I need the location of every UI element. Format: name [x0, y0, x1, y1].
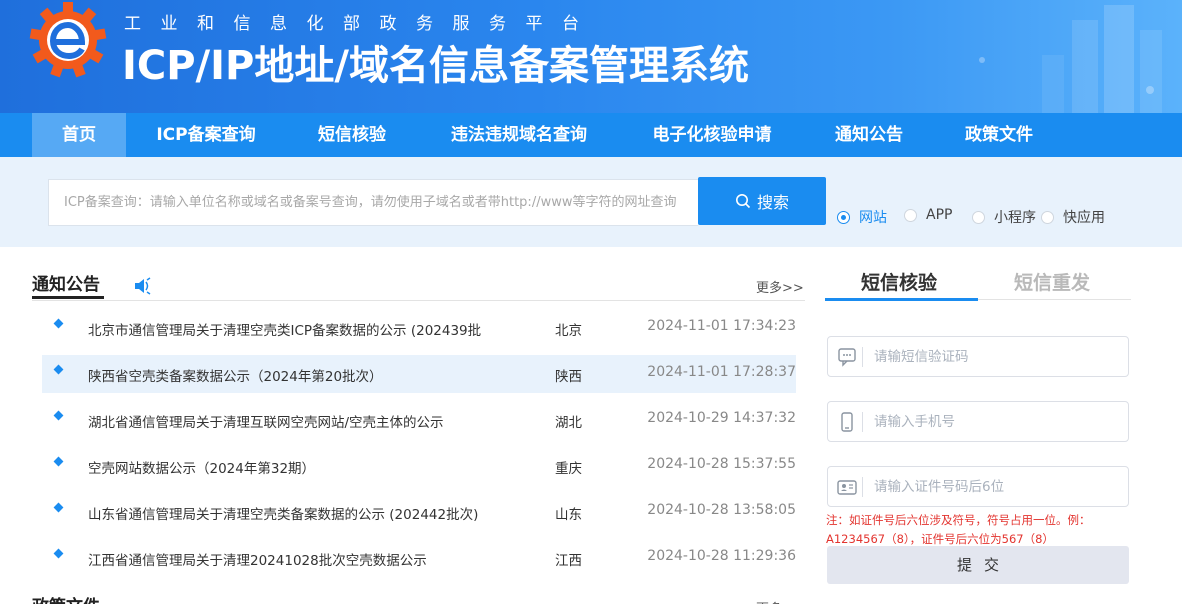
notices-heading-underline — [32, 296, 104, 299]
id-card-icon — [837, 480, 857, 495]
bullet-icon — [53, 502, 64, 513]
header-subtitle: 工业和信息化部政务服务平台 — [124, 14, 599, 34]
phone-input[interactable] — [874, 410, 1114, 434]
nav-item-e-verify[interactable]: 电子化核验申请 — [632, 113, 792, 157]
site-header: 工业和信息化部政务服务平台 ICP/IP地址/域名信息备案管理系统 — [0, 0, 1182, 113]
nav-item-icp-query[interactable]: ICP备案查询 — [138, 113, 274, 157]
speaker-icon — [135, 277, 151, 295]
radio-label: 小程序 — [994, 210, 1036, 226]
notice-row[interactable]: 陕西省空壳类备案数据公示（2024年第20批次） 陕西 2024-11-01 1… — [42, 355, 796, 393]
radio-dot — [837, 210, 850, 224]
notice-title[interactable]: 山东省通信管理局关于清理空壳类备案数据的公示 (202442批次) — [88, 503, 498, 523]
notice-date: 2024-10-29 14:37:32 — [647, 410, 796, 426]
notice-province: 北京 — [555, 323, 582, 339]
radio-dot — [972, 210, 985, 224]
field-separator — [862, 347, 863, 367]
id-number-input[interactable] — [874, 475, 1114, 499]
radio-app[interactable]: APP — [904, 207, 952, 223]
notices-divider — [32, 300, 805, 301]
nav-item-illegal-domain[interactable]: 违法违规域名查询 — [432, 113, 606, 157]
nav-item-notices[interactable]: 通知公告 — [818, 113, 920, 157]
radio-label: 网站 — [859, 210, 887, 226]
sms-code-input[interactable] — [874, 345, 1114, 369]
notice-date: 2024-11-01 17:28:37 — [647, 364, 796, 380]
phone-icon — [841, 412, 853, 432]
nav-item-home[interactable]: 首页 — [32, 113, 126, 157]
notice-title[interactable]: 湖北省通信管理局关于清理互联网空壳网站/空壳主体的公示 — [88, 411, 498, 431]
search-button[interactable]: 搜索 — [698, 177, 826, 225]
policy-more-link[interactable]: 更多 — [756, 598, 782, 604]
notice-province: 山东 — [555, 507, 582, 523]
notice-title[interactable]: 北京市通信管理局关于清理空壳类ICP备案数据的公示 (202439批 — [88, 319, 498, 339]
header-title: ICP/IP地址/域名信息备案管理系统 — [122, 43, 749, 89]
notices-heading: 通知公告 — [32, 275, 100, 295]
bullet-icon — [53, 318, 64, 329]
sms-code-field[interactable] — [827, 336, 1129, 377]
policy-heading: 政策文件 — [32, 592, 100, 604]
bullet-icon — [53, 410, 64, 421]
tab-sms-verify[interactable]: 短信核验 — [861, 268, 937, 295]
tab-sms-resend[interactable]: 短信重发 — [1014, 268, 1090, 295]
notice-date: 2024-10-28 15:37:55 — [647, 456, 796, 472]
radio-dot — [1041, 210, 1054, 224]
radio-quick-app[interactable]: 快应用 — [1041, 207, 1105, 227]
radio-website[interactable]: 网站 — [837, 207, 887, 227]
notice-date: 2024-10-28 13:58:05 — [647, 502, 796, 518]
search-button-label: 搜索 — [756, 193, 789, 212]
notice-row[interactable]: 湖北省通信管理局关于清理互联网空壳网站/空壳主体的公示 湖北 2024-10-2… — [42, 401, 796, 439]
city-skyline-decoration — [979, 5, 1162, 113]
notice-row[interactable]: 山东省通信管理局关于清理空壳类备案数据的公示 (202442批次) 山东 202… — [42, 493, 796, 531]
phone-field[interactable] — [827, 401, 1129, 442]
notice-title[interactable]: 陕西省空壳类备案数据公示（2024年第20批次） — [88, 365, 498, 385]
bullet-icon — [53, 456, 64, 467]
id-number-note: 注：如证件号后六位涉及符号，符号占用一位。例：A1234567（8），证件号后六… — [826, 513, 1091, 546]
nav-item-sms-verify[interactable]: 短信核验 — [300, 113, 404, 157]
radio-dot — [904, 208, 917, 222]
radio-label: APP — [926, 207, 953, 223]
search-input[interactable]: ICP备案查询：请输入单位名称或域名或备案号查询，请勿使用子域名或者带http:… — [48, 179, 698, 226]
id-number-field[interactable] — [827, 466, 1129, 507]
search-icon — [735, 194, 751, 209]
notice-province: 重庆 — [555, 461, 582, 477]
notice-row[interactable]: 江西省通信管理局关于清理20241028批次空壳数据公示 江西 2024-10-… — [42, 539, 796, 577]
sms-icon — [838, 348, 856, 367]
field-separator — [862, 412, 863, 432]
field-separator — [862, 477, 863, 497]
search-band: ICP备案查询：请输入单位名称或域名或备案号查询，请勿使用子域名或者带http:… — [0, 157, 1182, 247]
notices-more-link[interactable]: 更多>> — [756, 277, 804, 296]
bullet-icon — [53, 364, 64, 375]
notice-date: 2024-10-28 11:29:36 — [647, 548, 796, 564]
notice-province: 江西 — [555, 553, 582, 569]
radio-mini-program[interactable]: 小程序 — [972, 207, 1036, 227]
notice-province: 湖北 — [555, 415, 582, 431]
submit-button[interactable]: 提交 — [827, 546, 1129, 584]
notice-province: 陕西 — [555, 369, 582, 385]
notice-title[interactable]: 空壳网站数据公示（2024年第32期） — [88, 457, 498, 477]
tab-active-indicator — [825, 298, 978, 301]
nav-item-policy[interactable]: 政策文件 — [948, 113, 1050, 157]
radio-label: 快应用 — [1063, 210, 1105, 226]
notice-date: 2024-11-01 17:34:23 — [647, 318, 796, 334]
notice-title[interactable]: 江西省通信管理局关于清理20241028批次空壳数据公示 — [88, 549, 498, 569]
notice-row[interactable]: 空壳网站数据公示（2024年第32期） 重庆 2024-10-28 15:37:… — [42, 447, 796, 485]
main-nav: 首页 ICP备案查询 短信核验 违法违规域名查询 电子化核验申请 通知公告 政策… — [0, 113, 1182, 157]
miit-logo — [29, 2, 107, 78]
bullet-icon — [53, 548, 64, 559]
notice-row[interactable]: 北京市通信管理局关于清理空壳类ICP备案数据的公示 (202439批 北京 20… — [42, 309, 796, 347]
